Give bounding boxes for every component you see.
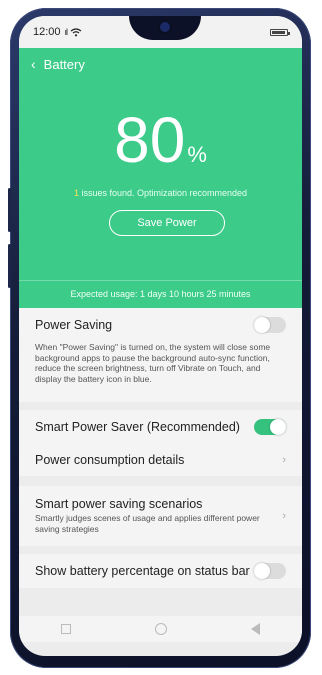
home-icon[interactable] [155,623,167,635]
front-camera [160,22,170,32]
toggle-knob [254,317,270,333]
issues-text: 1 issues found. Optimization recommended [19,188,302,198]
show-percentage-row[interactable]: Show battery percentage on status bar [19,554,302,588]
issues-message: issues found. Optimization recommended [78,188,248,198]
battery-status-icon [270,28,290,36]
back-nav-icon[interactable] [251,623,260,635]
show-percentage-label: Show battery percentage on status bar [35,564,250,578]
scenarios-row[interactable]: Smart power saving scenarios Smartly jud… [19,486,302,546]
scenarios-label: Smart power saving scenarios [35,497,203,512]
consumption-label: Power consumption details [35,452,185,467]
battery-percent-unit: % [187,142,207,167]
top-bar: ‹ Battery [19,48,302,80]
power-saving-row[interactable]: Power Saving [19,308,302,342]
consumption-row[interactable]: Power consumption details › [19,443,302,476]
toggle-knob [270,418,286,435]
battery-hero: ‹ Battery 80% 1 issues found. Optimizati… [19,48,302,308]
signal-icon: ıl [64,27,68,37]
navigation-bar [19,616,302,642]
volume-button [8,188,11,232]
power-saving-toggle[interactable] [254,317,286,333]
wifi-icon [70,27,82,36]
battery-percent: 80% [19,108,302,172]
scenarios-text: Smart power saving scenarios Smartly jud… [35,497,274,534]
save-power-button[interactable]: Save Power [109,210,225,236]
power-button [8,244,11,288]
battery-percent-value: 80 [114,104,186,176]
power-saving-label: Power Saving [35,318,113,332]
status-time: 12:00 [33,26,61,38]
smart-saver-toggle[interactable] [254,418,286,435]
expected-usage: Expected usage: 1 days 10 hours 25 minut… [70,289,251,299]
back-icon[interactable]: ‹ [31,56,36,72]
screen: 12:00 ıl ‹ Battery 80% 1 issues found. O… [19,16,302,656]
smart-saver-row[interactable]: Smart Power Saver (Recommended) [19,410,302,443]
chevron-right-icon: › [282,453,286,466]
divider [19,280,302,281]
smart-saver-card: Smart Power Saver (Recommended) Power co… [19,410,302,476]
scenarios-card[interactable]: Smart power saving scenarios Smartly jud… [19,486,302,546]
power-saving-card: Power Saving When "Power Saving" is turn… [19,308,302,402]
toggle-knob [254,563,270,579]
show-percentage-card: Show battery percentage on status bar [19,554,302,588]
smart-saver-label: Smart Power Saver (Recommended) [35,419,240,434]
chevron-right-icon: › [282,510,286,522]
page-title: Battery [43,56,85,72]
power-saving-description: When "Power Saving" is turned on, the sy… [35,342,271,384]
show-percentage-toggle[interactable] [254,563,286,579]
recent-apps-icon[interactable] [61,624,71,634]
scenarios-description: Smartly judges scenes of usage and appli… [35,513,260,534]
